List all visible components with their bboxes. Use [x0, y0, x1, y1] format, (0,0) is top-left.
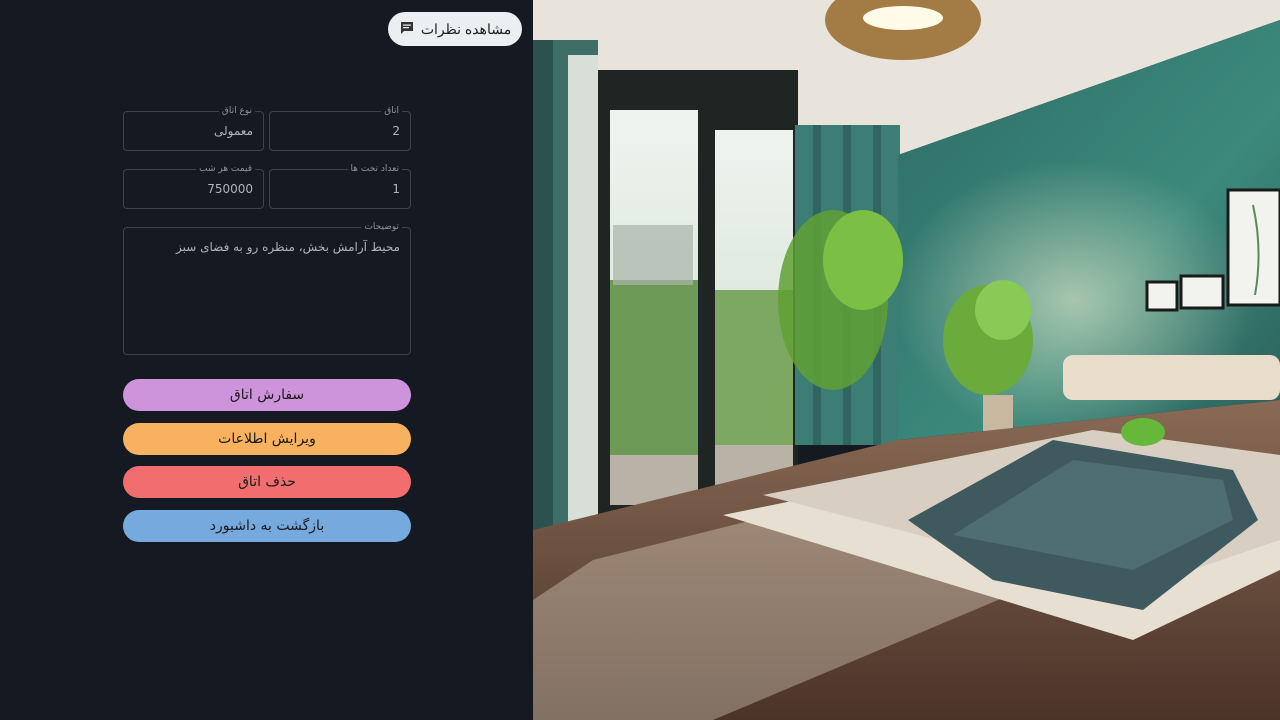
delete-room-button[interactable]: حذف اتاق: [123, 466, 411, 498]
room-type-field[interactable]: نوع اتاق معمولی: [123, 105, 264, 151]
price-per-night-field[interactable]: قیمت هر شب 750000: [123, 163, 264, 209]
view-reviews-button[interactable]: مشاهده نظرات: [388, 12, 522, 46]
order-room-button[interactable]: سفارش اتاق: [123, 379, 411, 411]
bed-count-label: تعداد تخت ها: [347, 163, 402, 175]
room-type-value: معمولی: [213, 124, 253, 138]
back-to-dashboard-label: بازگشت به داشبورد: [209, 518, 325, 534]
room-number-field[interactable]: اتاق 2: [269, 105, 411, 151]
price-per-night-label: قیمت هر شب: [196, 163, 255, 175]
description-textarea[interactable]: توضیحات محیط آرامش بخش، منظره رو به فضای…: [123, 221, 411, 355]
comment-icon: [399, 20, 415, 39]
reviews-button-label: مشاهده نظرات: [420, 20, 512, 37]
order-room-label: سفارش اتاق: [229, 387, 305, 403]
description-label: توضیحات: [361, 221, 402, 233]
room-photo: [533, 0, 1280, 720]
bed-count-field[interactable]: تعداد تخت ها 1: [269, 163, 411, 209]
edit-info-button[interactable]: ویرایش اطلاعات: [123, 423, 411, 455]
price-per-night-value: 750000: [207, 182, 253, 196]
room-number-label: اتاق: [381, 105, 402, 117]
bed-count-value: 1: [392, 182, 400, 196]
room-number-value: 2: [392, 124, 400, 138]
room-type-label: نوع اتاق: [218, 105, 255, 117]
delete-room-label: حذف اتاق: [238, 474, 296, 490]
room-form-panel: مشاهده نظرات اتاق 2 نوع اتاق معمولی تعدا…: [0, 0, 533, 720]
description-value: محیط آرامش بخش، منظره رو به فضای سبز: [176, 240, 400, 254]
back-to-dashboard-button[interactable]: بازگشت به داشبورد: [123, 510, 411, 542]
edit-info-label: ویرایش اطلاعات: [218, 431, 316, 447]
